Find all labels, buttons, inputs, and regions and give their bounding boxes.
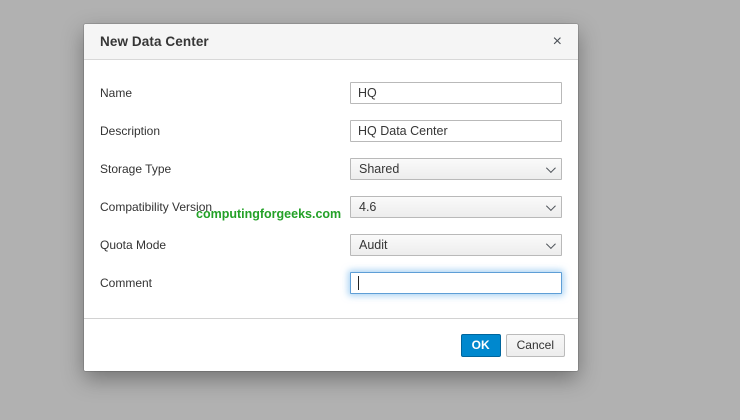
name-input[interactable] bbox=[350, 82, 562, 104]
comment-field-row: Comment bbox=[100, 272, 562, 294]
watermark-text: computingforgeeks.com bbox=[196, 207, 342, 221]
new-data-center-dialog: New Data Center × Name Description Stora… bbox=[84, 24, 578, 371]
storage-type-selected-value: Shared bbox=[359, 162, 400, 176]
dialog-header: New Data Center × bbox=[84, 24, 578, 60]
compatibility-version-selected-value: 4.6 bbox=[359, 200, 377, 214]
ok-button[interactable]: OK bbox=[460, 333, 501, 357]
chevron-down-icon bbox=[545, 162, 556, 173]
close-icon[interactable]: × bbox=[553, 33, 562, 50]
quota-mode-label: Quota Mode bbox=[100, 238, 167, 252]
name-label: Name bbox=[100, 86, 133, 100]
storage-type-label: Storage Type bbox=[100, 162, 172, 176]
quota-mode-selected-value: Audit bbox=[359, 238, 388, 252]
dialog-title: New Data Center bbox=[100, 34, 209, 49]
cancel-button[interactable]: Cancel bbox=[505, 333, 565, 357]
quota-mode-field-row: Quota Mode Audit bbox=[100, 234, 562, 256]
description-label: Description bbox=[100, 124, 161, 138]
dialog-footer: OK Cancel bbox=[84, 318, 578, 371]
page-background: New Data Center × Name Description Stora… bbox=[0, 0, 740, 420]
quota-mode-select[interactable]: Audit bbox=[350, 234, 562, 256]
comment-input[interactable] bbox=[350, 272, 562, 294]
storage-type-field-row: Storage Type Shared bbox=[100, 158, 562, 180]
text-cursor bbox=[358, 276, 359, 290]
compatibility-version-select[interactable]: 4.6 bbox=[350, 196, 562, 218]
comment-label: Comment bbox=[100, 276, 153, 290]
storage-type-select[interactable]: Shared bbox=[350, 158, 562, 180]
description-input[interactable] bbox=[350, 120, 562, 142]
name-field-row: Name bbox=[100, 82, 562, 104]
description-field-row: Description bbox=[100, 120, 562, 142]
chevron-down-icon bbox=[545, 238, 556, 249]
dialog-body: Name Description Storage Type Shared bbox=[84, 60, 578, 318]
chevron-down-icon bbox=[545, 200, 556, 211]
